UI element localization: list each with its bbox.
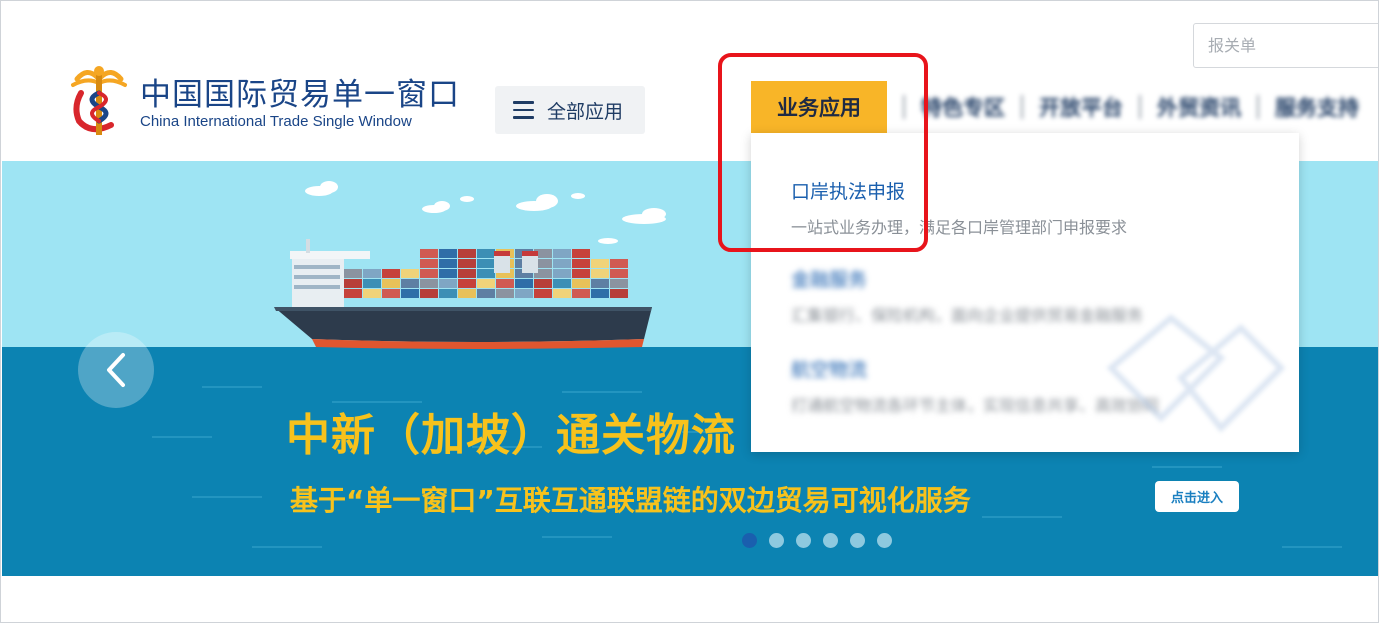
dropdown-item-title: 口岸执法申报	[791, 181, 906, 203]
all-apps-button[interactable]: 全部应用	[495, 86, 645, 134]
logo-title-cn: 中国国际贸易单一窗口	[140, 77, 460, 113]
carousel-dot[interactable]	[877, 533, 892, 548]
carousel-dot[interactable]	[742, 533, 757, 548]
carousel-dot[interactable]	[796, 533, 811, 548]
nav-item-featured[interactable]: 特色专区	[921, 92, 1005, 122]
site-logo[interactable]: 中国国际贸易单一窗口 China International Trade Sin…	[69, 63, 469, 139]
dropdown-item-desc: 汇集银行、保险机构，面向企业提供贸易金融服务	[791, 306, 1144, 325]
container-ship-illustration	[274, 239, 652, 349]
handshake-watermark-icon	[1106, 314, 1286, 433]
carousel-dots	[742, 533, 892, 548]
dropdown-item-desc: 一站式业务办理，满足各口岸管理部门申报要求	[791, 218, 1128, 237]
dropdown-item-finance[interactable]: 金融服务 汇集银行、保险机构，面向企业提供贸易金融服务	[791, 265, 1143, 326]
dropdown-item-port-declaration[interactable]: 口岸执法申报 一站式业务办理，满足各口岸管理部门申报要求	[791, 177, 1127, 238]
nav-item-open-platform[interactable]: 开放平台	[1039, 92, 1123, 122]
carousel-prev-button[interactable]	[78, 332, 154, 408]
nav-item-support[interactable]: 服务支持	[1275, 92, 1359, 122]
carousel-dot[interactable]	[823, 533, 838, 548]
nav-item-business-apps[interactable]: 业务应用	[751, 81, 887, 133]
business-apps-dropdown: 口岸执法申报 一站式业务办理，满足各口岸管理部门申报要求 金融服务 汇集银行、保…	[751, 133, 1299, 452]
enter-button[interactable]: 点击进入	[1155, 481, 1239, 512]
menu-icon	[513, 101, 534, 119]
caduceus-emblem-icon	[71, 66, 127, 135]
carousel-dot[interactable]	[850, 533, 865, 548]
search-input[interactable]	[1194, 24, 1378, 67]
banner-headline: 中新（加坡）通关物流	[286, 410, 736, 461]
all-apps-label: 全部应用	[547, 100, 624, 123]
dropdown-item-title: 金融服务	[791, 269, 868, 291]
chevron-left-icon	[107, 353, 125, 387]
nav-bar-rest: 特色专区 开放平台 外贸资讯 服务支持	[887, 81, 1378, 133]
page-frame: 中国国际贸易单一窗口 China International Trade Sin…	[0, 0, 1379, 623]
logo-title-en: China International Trade Single Window	[140, 113, 412, 130]
search-box[interactable]	[1193, 23, 1378, 68]
banner-subheadline: 基于“单一窗口”互联互通联盟链的双边贸易可视化服务	[290, 484, 971, 517]
nav-item-trade-news[interactable]: 外贸资讯	[1157, 92, 1241, 122]
carousel-dot[interactable]	[769, 533, 784, 548]
